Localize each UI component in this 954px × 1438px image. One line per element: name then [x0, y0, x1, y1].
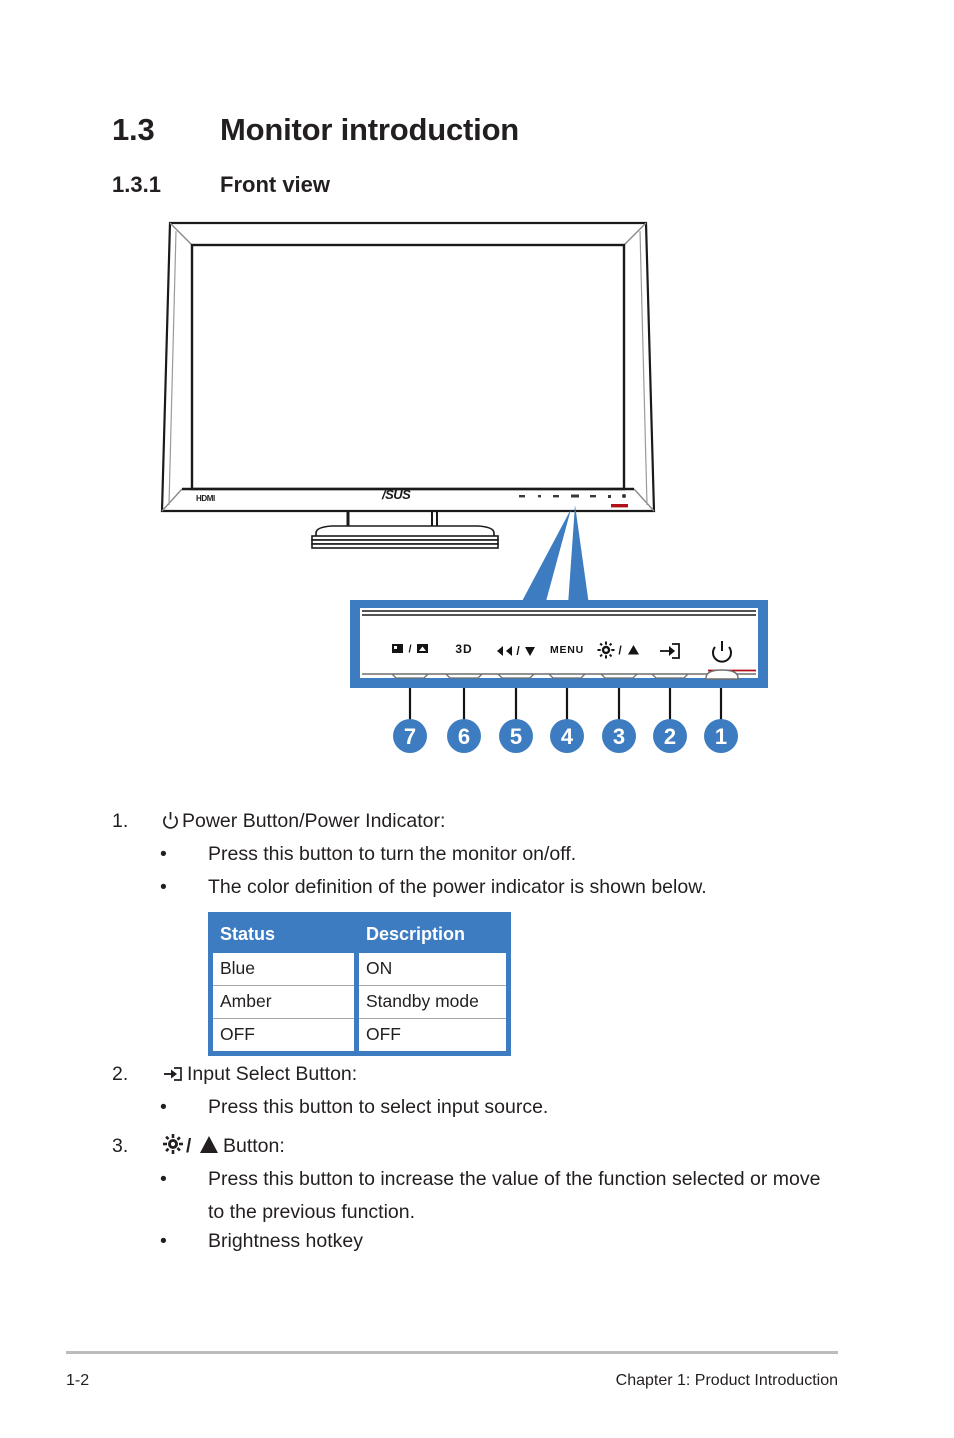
- bullet-marker: •: [160, 843, 167, 865]
- list-item-2-title: Input Select Button:: [162, 1058, 357, 1094]
- monitor-stand: [311, 511, 499, 549]
- callout-badge-4: 4: [550, 719, 584, 753]
- footer-divider: [66, 1351, 838, 1354]
- table-cell-status: Amber: [210, 985, 359, 1019]
- svg-text:3: 3: [613, 724, 625, 749]
- callout-badge-2: 2: [653, 719, 687, 753]
- menu-icon: MENU: [550, 644, 584, 656]
- callout-leader-lines: [408, 688, 723, 723]
- svg-text:4: 4: [561, 724, 574, 749]
- bullet-marker: •: [160, 876, 167, 898]
- power-icon: [162, 808, 179, 841]
- table-header-status: Status: [210, 914, 359, 953]
- brightness-up-icon: /: [162, 1133, 220, 1166]
- hdmi-label: HDMI: [196, 494, 215, 503]
- bullet-marker: •: [160, 1168, 167, 1190]
- table-row: Blue ON: [210, 953, 509, 986]
- list-item-3-title: / Button:: [162, 1130, 285, 1166]
- subsection-heading-title: Front view: [220, 172, 331, 197]
- list-item-3-bullet-2: Brightness hotkey: [208, 1230, 364, 1252]
- table-cell-description: Standby mode: [356, 985, 509, 1019]
- front-view-figure: HDMI /SUS / 3D / MENU / 7 6 5 4 3 2 1: [0, 215, 954, 775]
- list-item-2-bullet-1: Press this button to select input source…: [208, 1096, 549, 1118]
- asus-logo: /SUS: [381, 487, 412, 502]
- callout-badge-7: 7: [393, 719, 427, 753]
- list-item-1-number: 1.: [112, 810, 129, 832]
- list-item-3-number: 3.: [112, 1135, 129, 1157]
- svg-text:/SUS: /SUS: [381, 487, 411, 502]
- callout-pointer: [520, 505, 589, 605]
- footer-page-number: 1-2: [66, 1372, 90, 1389]
- bullet-marker: •: [160, 1096, 167, 1118]
- callout-badge-6: 6: [447, 719, 481, 753]
- table-cell-description: OFF: [356, 1018, 509, 1054]
- list-item-1-bullet-1: Press this button to turn the monitor on…: [208, 843, 577, 865]
- three-d-icon: 3D: [455, 642, 472, 656]
- list-item-1-title-text: Power Button/Power Indicator:: [182, 810, 446, 832]
- table-header-row: Status Description: [210, 914, 509, 953]
- power-key-shape: [705, 669, 739, 680]
- input-select-icon: [162, 1061, 184, 1094]
- table-cell-status: Blue: [210, 953, 359, 986]
- subsection-heading-number: 1.3.1: [112, 172, 161, 197]
- svg-text:6: 6: [458, 724, 470, 749]
- list-item-2-number: 2.: [112, 1063, 129, 1085]
- bullet-marker: •: [160, 1230, 167, 1252]
- svg-text:5: 5: [510, 724, 522, 749]
- power-led-indicator: [611, 504, 628, 508]
- section-heading: 1.3 Monitor introduction: [112, 112, 519, 148]
- callout-badge-5: 5: [499, 719, 533, 753]
- table-row: OFF OFF: [210, 1018, 509, 1054]
- callout-number-badges: 7 6 5 4 3 2 1: [393, 719, 738, 753]
- section-heading-title: Monitor introduction: [220, 112, 520, 147]
- section-heading-number: 1.3: [112, 112, 155, 147]
- table-header-description: Description: [356, 914, 509, 953]
- svg-text:7: 7: [404, 724, 416, 749]
- table-row: Amber Standby mode: [210, 985, 509, 1019]
- footer-chapter-label: Chapter 1: Product Introduction: [615, 1372, 838, 1389]
- list-item-3-bullet-1: Press this button to increase the value …: [208, 1168, 821, 1223]
- list-item-3-title-text: Button:: [223, 1135, 285, 1157]
- table-cell-status: OFF: [210, 1018, 359, 1054]
- power-indicator-status-table: Status Description Blue ON Amber Standby…: [208, 912, 511, 1056]
- svg-text:/: /: [186, 1136, 192, 1155]
- monitor-illustration: [160, 221, 656, 513]
- table-cell-description: ON: [356, 953, 509, 986]
- list-item-1-bullet-2: The color definition of the power indica…: [208, 876, 707, 898]
- list-item-2-title-text: Input Select Button:: [187, 1063, 358, 1085]
- svg-text:1: 1: [715, 724, 727, 749]
- list-item-1-title: Power Button/Power Indicator:: [162, 805, 445, 841]
- svg-text:2: 2: [664, 724, 676, 749]
- callout-badge-1: 1: [704, 719, 738, 753]
- callout-badge-3: 3: [602, 719, 636, 753]
- svg-text:/: /: [408, 644, 411, 656]
- document-page: 1.3 Monitor introduction 1.3.1 Front view: [0, 0, 954, 1438]
- subsection-heading: 1.3.1 Front view: [112, 172, 330, 198]
